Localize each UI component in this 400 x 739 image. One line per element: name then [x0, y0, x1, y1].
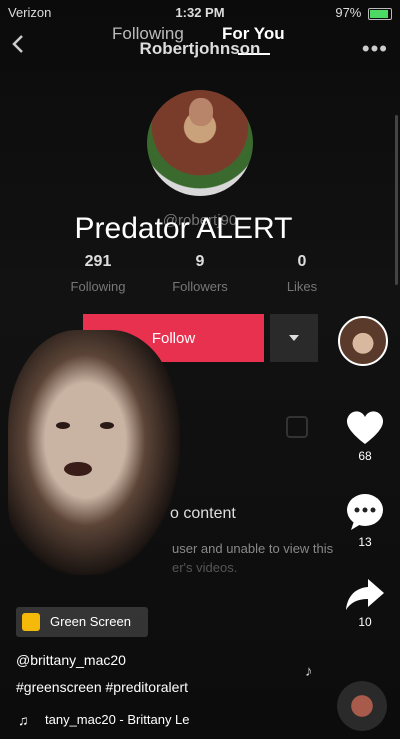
- stat-value: 9: [195, 253, 205, 270]
- stat-value: 291: [84, 253, 112, 270]
- private-notice-text: user and unable to view this: [172, 541, 334, 556]
- stat-value: 0: [297, 253, 307, 270]
- comment-count: 13: [358, 535, 372, 549]
- stat-label: Followers: [172, 279, 228, 294]
- chevron-down-icon: [289, 335, 299, 341]
- scroll-indicator: [395, 115, 398, 285]
- green-screen-face-overlay: [8, 330, 180, 575]
- stat-label: Following: [70, 279, 126, 294]
- stat-following: 291 Following: [48, 253, 148, 294]
- effect-tag[interactable]: Green Screen: [16, 607, 148, 637]
- battery-percent: 97%: [335, 5, 362, 20]
- profile-avatar: [147, 90, 253, 196]
- private-notice-text: er's videos.: [172, 560, 238, 575]
- like-button[interactable]: 68: [340, 408, 390, 463]
- video-caption[interactable]: #greenscreen #preditoralert: [16, 679, 188, 695]
- video-author[interactable]: @brittany_mac20: [16, 652, 126, 668]
- music-title[interactable]: tany_mac20 - Brittany Le: [45, 712, 190, 727]
- heart-icon: [346, 411, 384, 444]
- comment-icon: [347, 494, 383, 530]
- green-screen-effect-icon: [22, 613, 40, 631]
- music-note-icon: ♫: [18, 712, 29, 728]
- share-button[interactable]: 10: [340, 576, 390, 629]
- video-screen[interactable]: Verizon 1:32 PM 97% Following For You Ro…: [0, 0, 400, 739]
- like-count: 68: [358, 449, 372, 463]
- comment-button[interactable]: 13: [340, 492, 390, 549]
- share-icon: [346, 579, 384, 610]
- battery-status: 97%: [335, 5, 392, 20]
- profile-name: Robertjohnson: [139, 39, 261, 58]
- stat-followers: 9 Followers: [150, 253, 250, 294]
- share-count: 10: [358, 615, 372, 629]
- lock-icon: [286, 416, 308, 438]
- top-nav: Following For You Robertjohnson •••: [0, 22, 400, 62]
- avatar-face: [189, 98, 213, 126]
- suggestions-dropdown-button[interactable]: [270, 314, 318, 362]
- more-options-icon[interactable]: •••: [362, 36, 388, 62]
- stat-label: Likes: [286, 279, 318, 294]
- private-notice-title: o content: [170, 505, 236, 522]
- overlay-title: Predator ALERT: [74, 212, 293, 245]
- effect-label: Green Screen: [50, 614, 131, 629]
- stat-likes: 0 Likes: [252, 253, 352, 294]
- creator-avatar[interactable]: [338, 316, 388, 366]
- floating-note-icon: ♪: [305, 663, 313, 680]
- battery-icon: [368, 7, 392, 20]
- sound-disc[interactable]: [337, 681, 387, 731]
